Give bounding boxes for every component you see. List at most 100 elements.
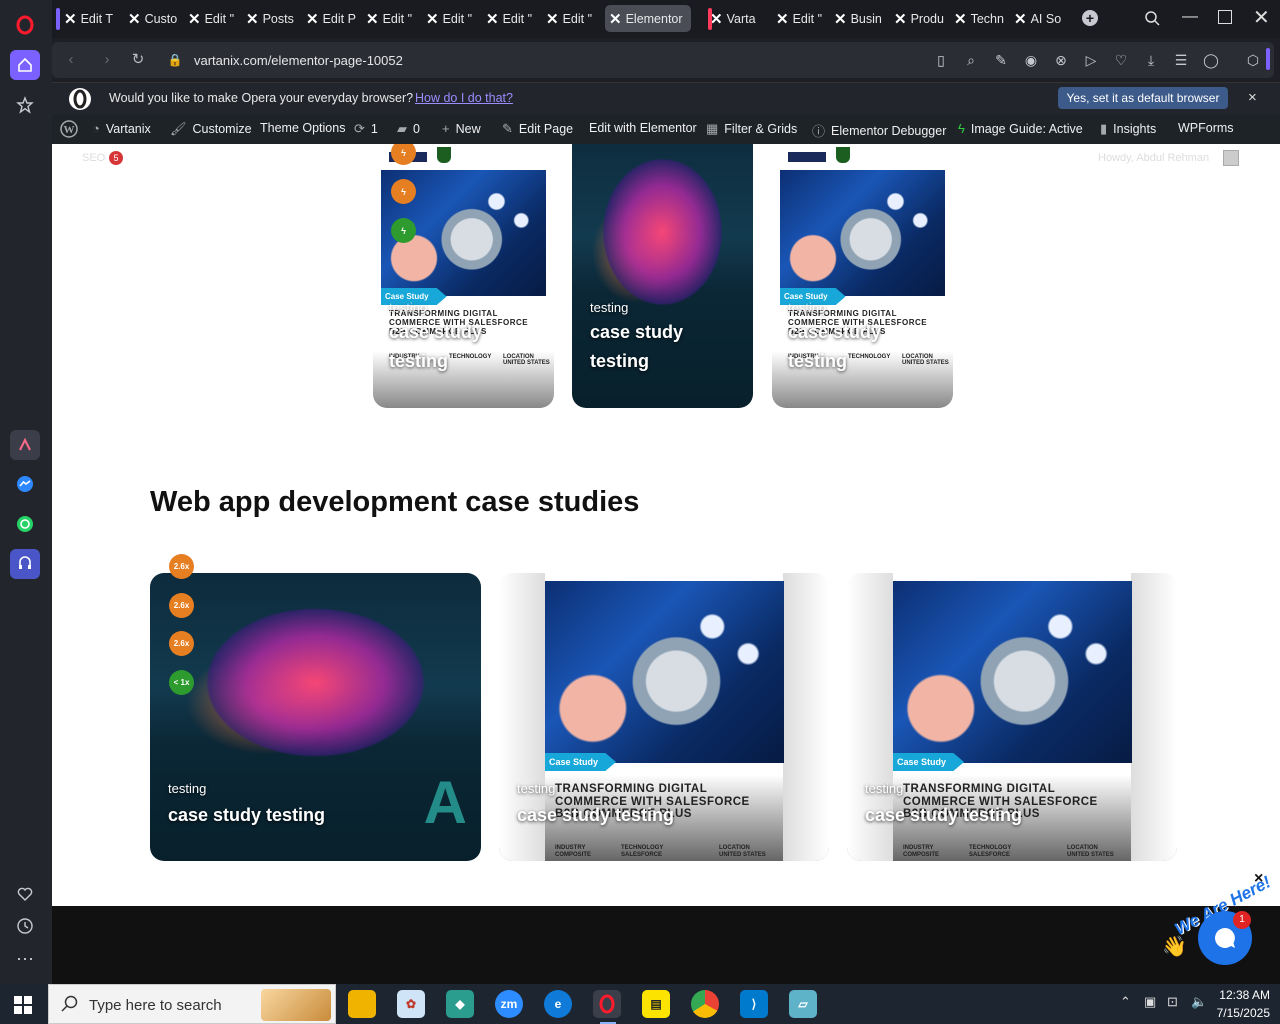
easy-setup-icon[interactable]: ☰ [1172,51,1190,69]
wp-insights[interactable]: ▮ Insights [1100,121,1156,137]
tab-12[interactable]: ✕ Busin [830,5,886,32]
back-icon[interactable]: ‹ [62,51,80,69]
chrome-icon[interactable] [691,990,719,1018]
wordpress-logo-icon[interactable]: W [60,120,78,138]
opera-logo-icon[interactable] [10,10,40,40]
new-tab-icon[interactable]: + [1082,10,1098,26]
messenger-icon[interactable] [10,469,40,499]
profile-icon[interactable]: ◯ [1202,51,1220,69]
aria-icon[interactable] [10,430,40,460]
windows-start-icon[interactable] [14,996,32,1014]
case-study-tag: Case Study [545,753,617,771]
edge-icon[interactable]: e [544,990,572,1018]
tab-10[interactable]: ✕ Varta [706,5,768,32]
tab-14[interactable]: ✕ Techn [950,5,1006,32]
web-app-card-1[interactable]: A testing case study testing [150,573,481,861]
wave-hand-icon: 👋 [1162,936,1187,958]
volume-icon[interactable]: 🔈 [1191,994,1207,1010]
wp-customize[interactable]: 🖌 Customize [170,121,252,137]
close-window-icon[interactable]: ✕ [1253,5,1270,30]
tab-9[interactable]: ✕ Elementor [605,5,691,32]
wp-new[interactable]: + New [442,121,481,136]
clock-date[interactable]: 7/15/2025 [1214,1006,1270,1020]
tray-app-icon[interactable]: ▣ [1144,994,1156,1010]
download-icon[interactable]: ⤓ [1142,51,1160,69]
tab-label: Edit " [792,11,823,26]
tab-1[interactable]: ✕ Custo [124,5,180,32]
bolt-icon: ϟ [958,121,965,136]
restore-icon[interactable] [1218,10,1232,24]
whatsapp-icon[interactable] [10,509,40,539]
tab-15[interactable]: ✕ AI So [1010,5,1068,32]
adblock-icon[interactable]: ⊗ [1052,51,1070,69]
banner-close-icon[interactable]: × [1248,89,1257,106]
tab-2[interactable]: ✕ Edit " [184,5,238,32]
web-app-card-2[interactable]: Case Study TRANSFORMING DIGITAL COMMERCE… [499,573,829,861]
home-icon[interactable] [10,50,40,80]
tab-3[interactable]: ✕ Posts [242,5,298,32]
wp-comments[interactable]: ▰ 0 [397,121,420,137]
reader-icon[interactable]: ▯ [932,51,950,69]
heart-icon[interactable] [10,879,40,909]
tab-8[interactable]: ✕ Edit " [542,5,598,32]
opera-taskbar-icon[interactable] [593,990,621,1018]
camera-icon[interactable]: ◉ [1022,51,1040,69]
wp-filter-grids[interactable]: ▦ Filter & Grids [706,121,797,137]
top-card-2[interactable]: testing case study testing [572,144,753,408]
brush-icon: 🖌 [170,121,187,136]
tab-4[interactable]: ✕ Edit P [302,5,358,32]
paint-icon[interactable]: ✿ [397,990,425,1018]
set-default-button[interactable]: Yes, set it as default browser [1058,87,1228,109]
music-player-icon[interactable] [10,549,40,579]
minimize-icon[interactable]: — [1182,8,1198,26]
wp-wpforms[interactable]: WPForms [1178,121,1234,135]
sticky-notes-icon[interactable]: ▤ [642,990,670,1018]
favorites-icon[interactable]: ♡ [1112,51,1130,69]
how-link[interactable]: How do I do that? [415,91,513,105]
tab-6[interactable]: ✕ Edit " [422,5,478,32]
wp-updates[interactable]: ⟳ 1 [354,121,378,137]
tab-0[interactable]: ✕ Edit T [60,5,118,32]
card-label: testing [788,300,827,315]
howdy-text[interactable]: Howdy, Abdul Rehman [1098,152,1209,164]
search-icon[interactable] [1144,10,1162,28]
wp-edit-elementor[interactable]: Edit with Elementor [589,121,697,135]
wp-edit-page[interactable]: ✎ Edit Page [502,121,573,137]
vscode-icon[interactable]: ⟩ [740,990,768,1018]
elementor-favicon-icon: ✕ [128,10,141,28]
tab-11[interactable]: ✕ Edit " [772,5,826,32]
wp-image-guide[interactable]: ϟ Image Guide: Active [958,121,1083,136]
zoom-icon[interactable]: zm [495,990,523,1018]
seo-label[interactable]: SEO [82,152,105,164]
clock-time[interactable]: 12:38 AM [1216,988,1270,1002]
tab-7[interactable]: ✕ Edit " [482,5,538,32]
wp-elementor-debugger[interactable]: ⓘ Elementor Debugger [812,121,946,140]
tab-5[interactable]: ✕ Edit " [362,5,418,32]
web-app-card-3[interactable]: Case Study TRANSFORMING DIGITAL COMMERCE… [847,573,1177,861]
case-study-tag: Case Study [893,753,965,771]
tab-13[interactable]: ✕ Produ [890,5,946,32]
forward-icon[interactable]: › [98,51,116,69]
star-icon[interactable] [10,90,40,120]
meta-technology: TECHNOLOGY [848,354,891,360]
tray-chevron-icon[interactable]: ⌃ [1120,994,1131,1010]
edit-icon[interactable]: ✎ [992,51,1010,69]
wp-theme-options[interactable]: Theme Options [260,121,345,135]
network-icon[interactable]: ⊡ [1167,994,1178,1010]
send-icon[interactable]: ▷ [1082,51,1100,69]
url-field[interactable]: vartanix.com/elementor-page-10052 [194,53,403,68]
wp-site-menu[interactable]: ◔ Vartanix [92,121,151,136]
app-hex-icon[interactable]: ◆ [446,990,474,1018]
extensions-icon[interactable]: ⬡ [1244,51,1262,69]
top-card-3[interactable]: Case Study TRANSFORMING DIGITAL COMMERCE… [772,144,953,408]
more-icon[interactable]: ⋯ [10,944,40,974]
tab-label: Edit " [204,11,235,26]
zoom-search-icon[interactable]: ⌕ [962,51,980,69]
reload-icon[interactable]: ↻ [129,51,147,69]
notepad-icon[interactable]: ▱ [789,990,817,1018]
taskbar-search[interactable]: Type here to search [48,984,336,1024]
file-explorer-icon[interactable] [348,990,376,1018]
avatar[interactable] [1223,150,1239,166]
card-image [545,581,784,763]
history-icon[interactable] [10,911,40,941]
